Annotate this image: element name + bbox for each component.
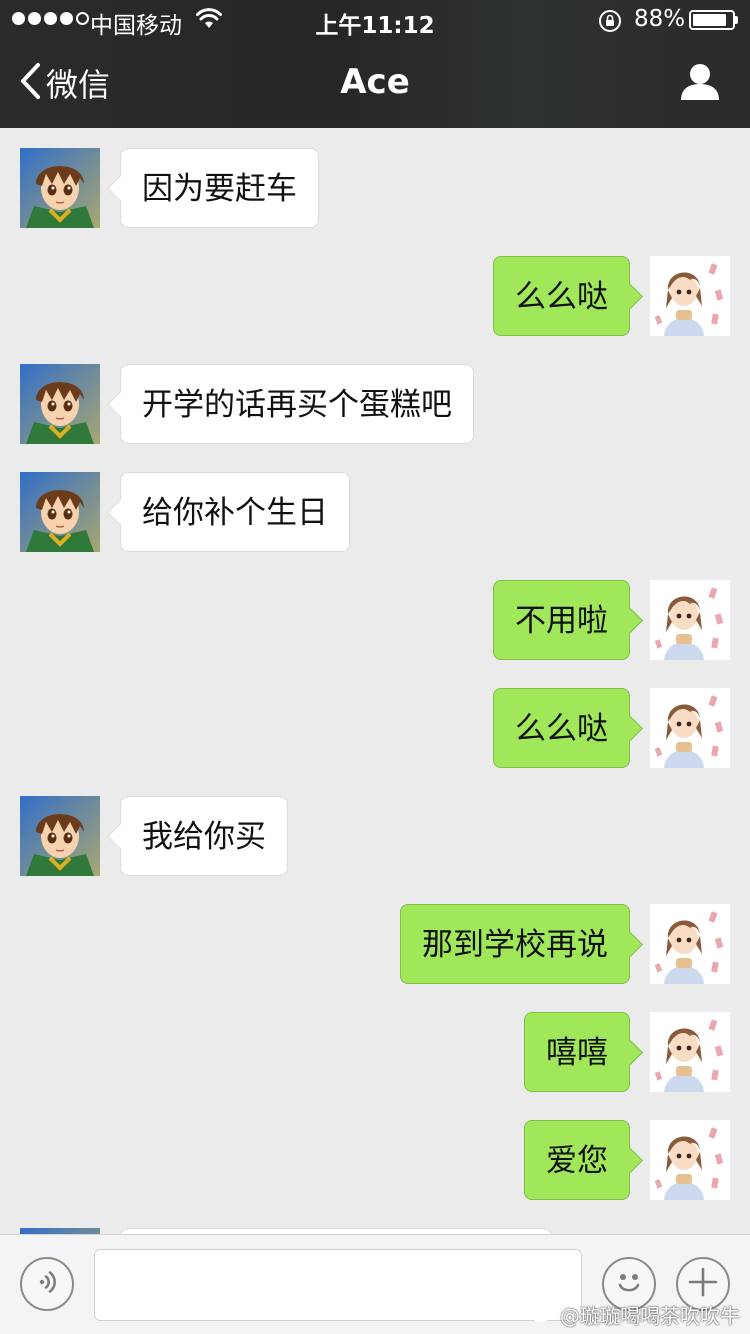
emoji-icon xyxy=(612,1265,646,1303)
navigation-bar: 微信 Ace xyxy=(0,40,750,128)
battery-fill xyxy=(693,14,726,26)
message-bubble[interactable]: 开学的话再买个蛋糕吧 xyxy=(120,364,474,444)
message-input[interactable] xyxy=(94,1249,582,1321)
status-bar: 中国移动 上午11:12 88% xyxy=(0,0,750,40)
plus-icon xyxy=(686,1265,720,1303)
sent-message: 爱您 xyxy=(0,1120,750,1200)
contact-avatar[interactable] xyxy=(20,364,100,444)
battery-icon xyxy=(689,10,735,30)
watermark-text: @璇璇喝喝茶吹吹牛 xyxy=(560,1304,740,1328)
message-bubble[interactable]: 因为要赶车 xyxy=(120,148,319,228)
contact-avatar[interactable] xyxy=(20,148,100,228)
rotation-lock-icon xyxy=(598,9,622,37)
message-bubble[interactable]: 我给你买 xyxy=(120,796,288,876)
my-avatar[interactable] xyxy=(650,1120,730,1200)
received-message: 开学的话再买个蛋糕吧 xyxy=(0,364,750,444)
my-avatar[interactable] xyxy=(650,904,730,984)
message-bubble[interactable]: 给你补个生日 xyxy=(120,472,350,552)
chat-title: Ace xyxy=(340,62,410,102)
top-bar: 中国移动 上午11:12 88% 微信 Ace xyxy=(0,0,750,128)
sent-message: 那到学校再说 xyxy=(0,904,750,984)
message-bubble[interactable]: 嘻嘻 xyxy=(524,1012,630,1092)
my-avatar[interactable] xyxy=(650,580,730,660)
message-bubble[interactable]: 不用啦 xyxy=(493,580,630,660)
sent-message: 么么哒 xyxy=(0,256,750,336)
received-message: 我给你买 xyxy=(0,796,750,876)
sent-message: 么么哒 xyxy=(0,688,750,768)
my-avatar[interactable] xyxy=(650,1012,730,1092)
profile-button[interactable] xyxy=(678,62,722,106)
message-bubble[interactable]: 么么哒 xyxy=(493,256,630,336)
contact-avatar[interactable] xyxy=(20,796,100,876)
voice-icon xyxy=(32,1267,62,1301)
battery-percent: 88% xyxy=(634,6,686,32)
message-bubble[interactable]: 么么哒 xyxy=(493,688,630,768)
my-avatar[interactable] xyxy=(650,256,730,336)
my-avatar[interactable] xyxy=(650,688,730,768)
message-bubble[interactable]: 爱您 xyxy=(524,1120,630,1200)
battery-tip xyxy=(735,16,738,24)
voice-button[interactable] xyxy=(20,1257,74,1311)
received-message: 给你补个生日 xyxy=(0,472,750,552)
sent-message: 嘻嘻 xyxy=(0,1012,750,1092)
received-message: 因为要赶车 xyxy=(0,148,750,228)
watermark: @璇璇喝喝茶吹吹牛 xyxy=(530,1300,740,1329)
weibo-logo-icon xyxy=(530,1301,556,1328)
contact-avatar[interactable] xyxy=(20,472,100,552)
message-list[interactable]: 因为要赶车 么么哒 开学的话再买个蛋糕吧 给你补个生日 不用啦 么么哒 我给你买… xyxy=(0,128,750,1234)
sent-message: 不用啦 xyxy=(0,580,750,660)
message-bubble[interactable]: 那到学校再说 xyxy=(400,904,630,984)
person-icon xyxy=(678,64,722,106)
